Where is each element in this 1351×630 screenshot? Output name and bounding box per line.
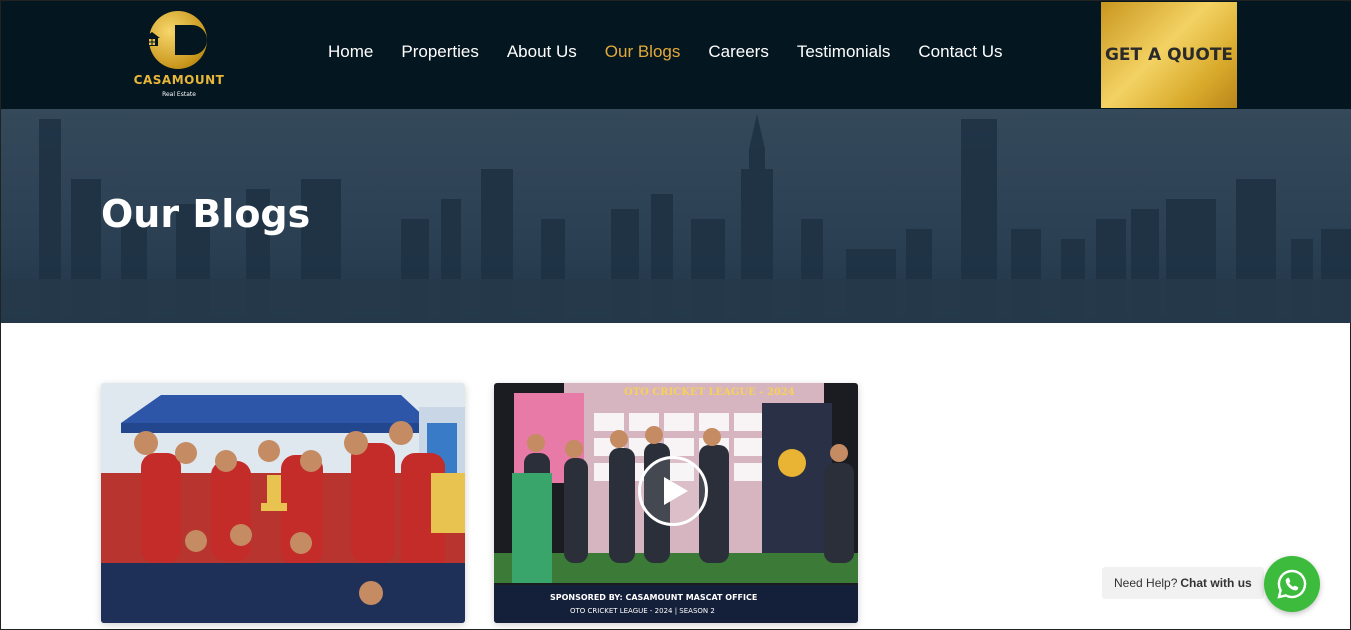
play-icon [664, 477, 688, 505]
page-hero: Our Blogs [1, 109, 1351, 323]
brand-logo[interactable]: CASAMOUNT Real Estate [127, 11, 231, 103]
video-sponsor-banner: SPONSORED BY: CASAMOUNT MASCAT OFFICE OT… [494, 585, 858, 623]
blog-card[interactable] [101, 383, 465, 623]
need-help-chat-label[interactable]: Need Help? Chat with us [1102, 567, 1264, 599]
brand-name: CASAMOUNT [133, 73, 225, 87]
nav-contact-us[interactable]: Contact Us [918, 42, 1002, 66]
play-video-button[interactable] [638, 456, 708, 526]
get-a-quote-button[interactable]: GET A QUOTE [1101, 2, 1237, 108]
chat-action: Chat with us [1180, 576, 1252, 590]
season-text: OTO CRICKET LEAGUE - 2024 | SEASON 2 [570, 607, 715, 615]
sponsor-text: SPONSORED BY: CASAMOUNT MASCAT OFFICE [550, 593, 758, 602]
nav-testimonials[interactable]: Testimonials [797, 42, 891, 66]
nav-about-us[interactable]: About Us [507, 42, 577, 66]
nav-our-blogs[interactable]: Our Blogs [605, 42, 681, 66]
nav-properties[interactable]: Properties [401, 42, 478, 66]
nav-careers[interactable]: Careers [708, 42, 768, 66]
video-poster-title: OTO CRICKET LEAGUE - 2024 [624, 387, 795, 398]
whatsapp-icon [1277, 569, 1307, 599]
team-trophy-photo [101, 383, 465, 623]
main-nav: Home Properties About Us Our Blogs Caree… [328, 42, 1030, 66]
whatsapp-chat-button[interactable] [1264, 556, 1320, 612]
brand-tagline: Real Estate [162, 91, 196, 98]
page-title: Our Blogs [101, 192, 311, 236]
chat-prefix: Need Help? [1114, 576, 1178, 590]
blog-card-video[interactable]: OTO CRICKET LEAGUE - 2024 SPONSORED BY: … [494, 383, 858, 623]
nav-home[interactable]: Home [328, 42, 373, 66]
house-icon [144, 32, 160, 46]
site-header: CASAMOUNT Real Estate Home Properties Ab… [1, 1, 1351, 109]
